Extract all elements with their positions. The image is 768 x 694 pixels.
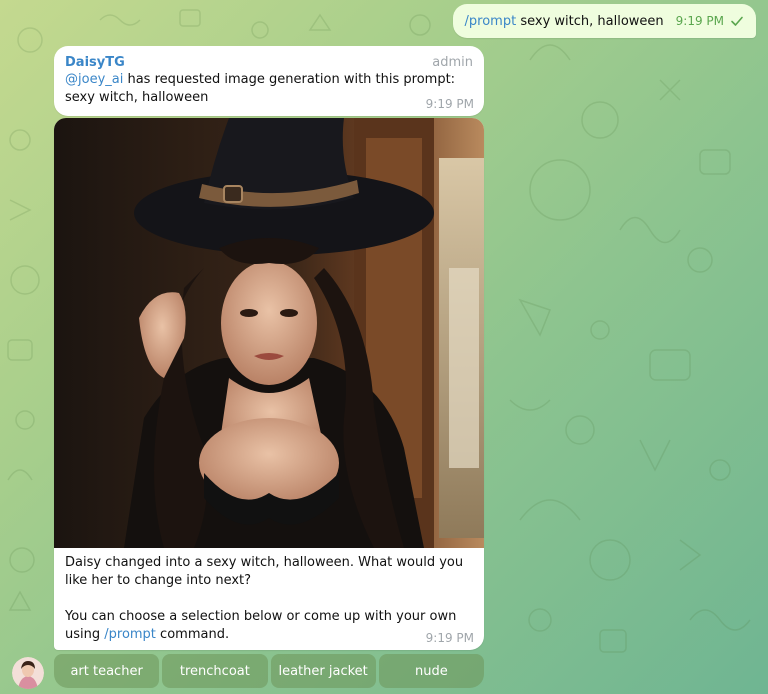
message-time: 9:19 PM xyxy=(425,97,474,111)
photo-message[interactable]: Daisy changed into a sexy witch, hallowe… xyxy=(54,118,484,650)
prompt-command-link[interactable]: /prompt xyxy=(104,627,156,642)
caption-line-2: You can choose a selection below or come… xyxy=(65,608,475,644)
sender-name[interactable]: DaisyTG xyxy=(65,54,125,71)
admin-badge: admin xyxy=(432,55,473,70)
check-icon xyxy=(731,16,743,26)
keyboard-button-art-teacher[interactable]: art teacher xyxy=(54,654,160,688)
keyboard-button-trenchcoat[interactable]: trenchcoat xyxy=(162,654,268,688)
message-text: @joey_ai has requested image generation … xyxy=(65,71,465,107)
outgoing-text: sexy witch, halloween xyxy=(516,13,664,29)
photo-caption: Daisy changed into a sexy witch, hallowe… xyxy=(65,554,475,644)
caption-suffix: command. xyxy=(155,627,230,642)
user-mention-link[interactable]: @joey_ai xyxy=(65,72,123,87)
message-body: has requested image generation with this… xyxy=(65,72,456,105)
generated-image[interactable] xyxy=(54,118,484,548)
keyboard-button-leather-jacket[interactable]: leather jacket xyxy=(270,654,376,688)
outgoing-command[interactable]: /prompt xyxy=(465,14,517,29)
inline-keyboard: art teacher trenchcoat leather jacket nu… xyxy=(54,654,484,688)
bot-request-message[interactable]: DaisyTG admin @joey_ai has requested ima… xyxy=(54,46,484,116)
bot-avatar[interactable] xyxy=(12,657,44,689)
caption-line-1: Daisy changed into a sexy witch, hallowe… xyxy=(65,555,464,588)
outgoing-time: 9:19 PM xyxy=(675,14,724,28)
photo-message-time: 9:19 PM xyxy=(425,631,474,645)
keyboard-button-nude[interactable]: nude xyxy=(378,654,484,688)
outgoing-message[interactable]: /prompt sexy witch, halloween 9:19 PM xyxy=(452,4,756,38)
